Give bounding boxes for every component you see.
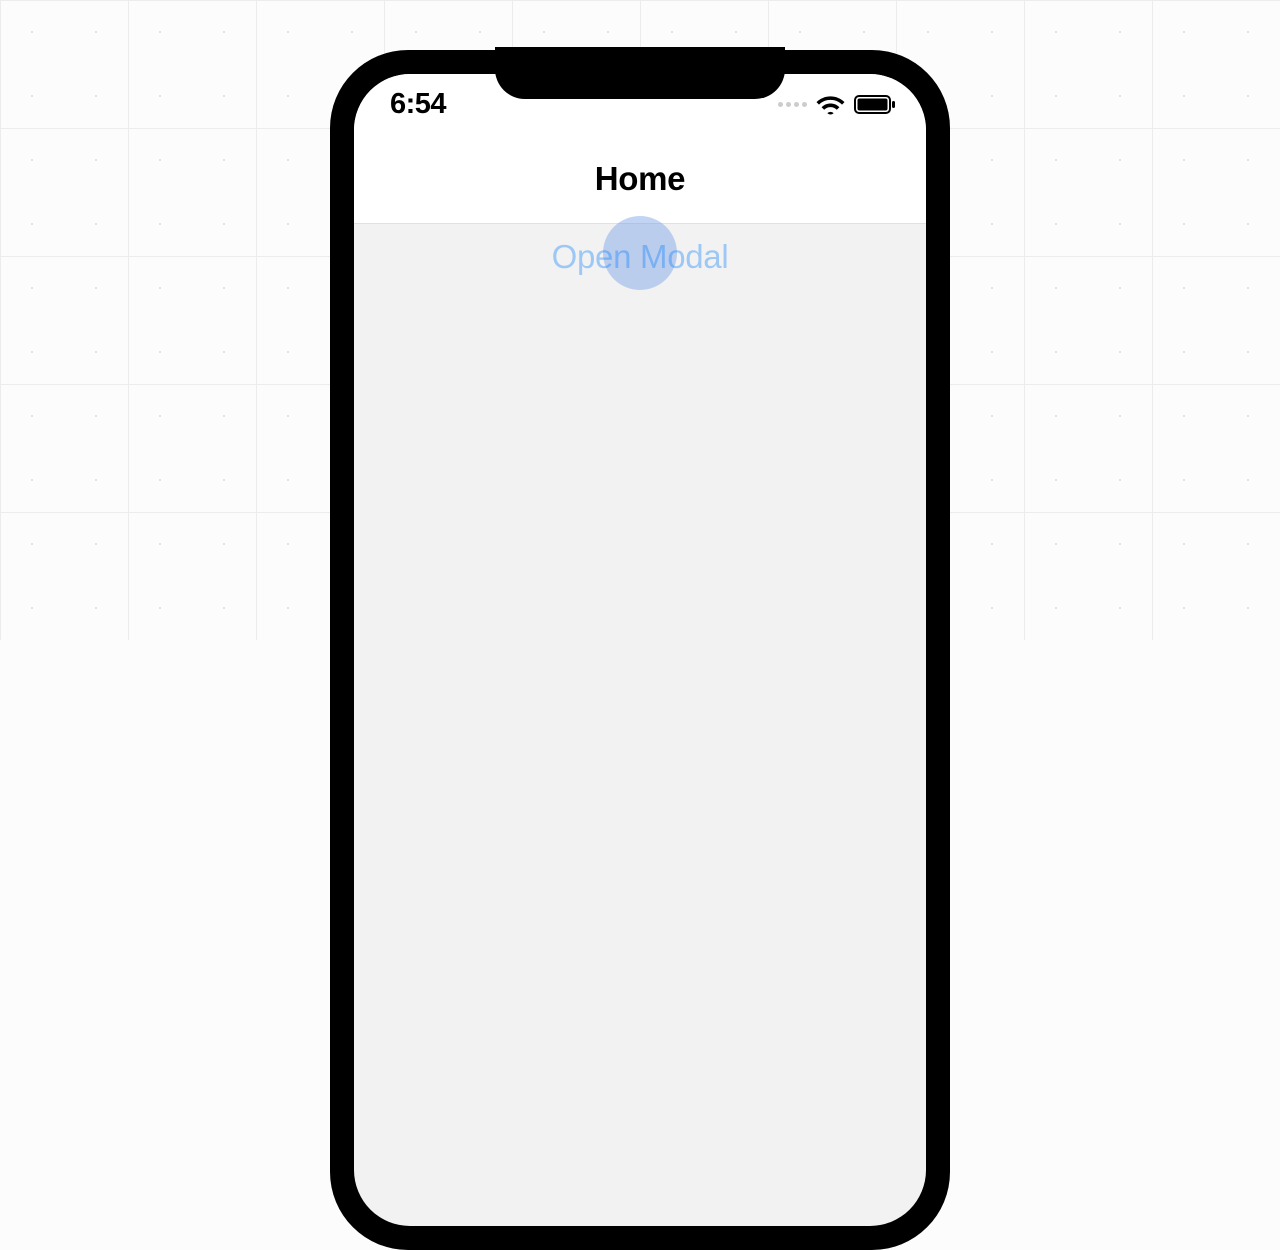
phone-notch bbox=[495, 47, 785, 99]
battery-icon bbox=[854, 95, 896, 114]
status-indicators bbox=[778, 94, 896, 115]
navigation-bar: Home bbox=[354, 134, 926, 224]
open-modal-button[interactable]: Open Modal bbox=[552, 238, 729, 276]
wifi-icon bbox=[816, 94, 845, 115]
page-title: Home bbox=[595, 160, 686, 198]
status-time: 6:54 bbox=[390, 88, 446, 121]
cellular-icon bbox=[778, 102, 807, 107]
screen-content: Open Modal bbox=[354, 224, 926, 276]
phone-device-frame: 6:54 bbox=[330, 50, 950, 1250]
phone-screen: 6:54 bbox=[354, 74, 926, 1226]
